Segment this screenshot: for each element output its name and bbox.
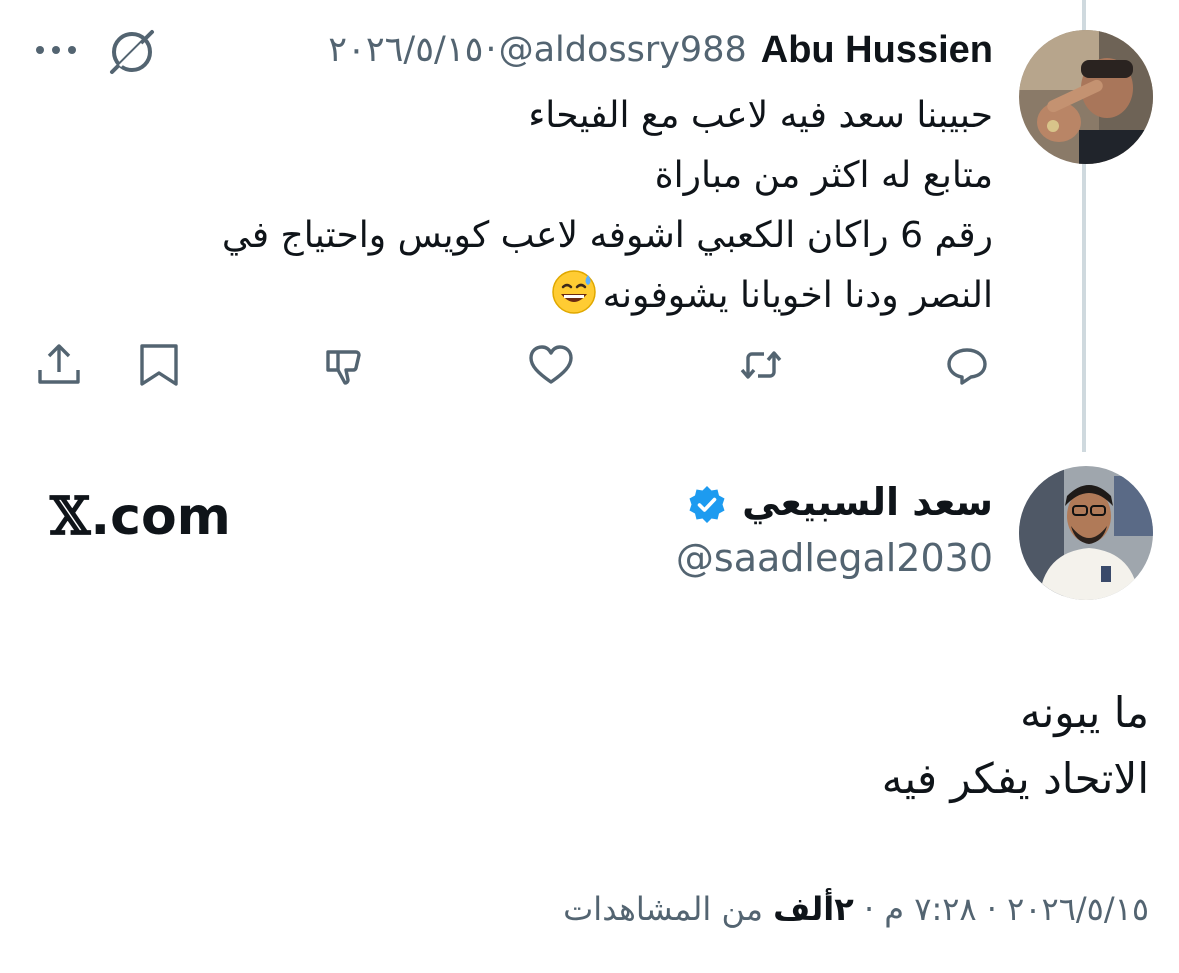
heart-icon[interactable] <box>526 340 576 390</box>
bookmark-icon[interactable] <box>134 340 184 390</box>
verified-badge-icon <box>686 484 728 526</box>
meta-separator: · <box>863 890 875 928</box>
share-icon[interactable] <box>34 340 84 390</box>
reply-line-4: النصر ودنا اخويانا يشوفونه <box>113 266 993 326</box>
x-com-text: .com <box>90 487 231 547</box>
main-line-2: الاتحاد يفكر فيه <box>881 754 1149 803</box>
reply-body: حبيبنا سعد فيه لاعب مع الفيحاء متابع له … <box>113 86 993 326</box>
reply-date[interactable]: ٢٠٢٦/٥/١٥ <box>328 30 483 70</box>
x-com-logo: 𝕏.com <box>50 486 231 547</box>
reply-handle[interactable]: @aldossry988 <box>499 30 747 70</box>
reply-line-2: متابع له اكثر من مباراة <box>654 155 993 196</box>
x-logo-icon: 𝕏 <box>50 486 91 547</box>
thumbs-down-icon[interactable] <box>320 340 370 390</box>
views-label: من المشاهدات <box>563 890 763 928</box>
grok-icon[interactable] <box>106 26 158 78</box>
main-tweet-body: ما يبونه الاتحاد يفكر فيه <box>249 680 1149 812</box>
tweet-time[interactable]: ٧:٢٨ م <box>884 890 976 928</box>
main-author-avatar[interactable] <box>1019 466 1153 600</box>
tweet-date[interactable]: ٢٠٢٦/٥/١٥ <box>1007 890 1149 928</box>
reply-line-3: رقم 6 راكان الكعبي اشوفه لاعب كويس واحتي… <box>221 215 993 256</box>
more-dots-icon[interactable] <box>34 40 78 60</box>
retweet-icon[interactable] <box>736 340 786 390</box>
reply-line-1: حبيبنا سعد فيه لاعب مع الفيحاء <box>528 95 993 136</box>
sweat-smile-emoji <box>551 269 597 315</box>
main-handle[interactable]: @saadlegal2030 <box>676 536 993 580</box>
reply-icon[interactable] <box>942 340 992 390</box>
meta-separator: · <box>986 890 997 928</box>
views-count[interactable]: ٢ألف <box>773 890 854 928</box>
reply-header: Abu Hussien @aldossry988 · ٢٠٢٦/٥/١٥ <box>328 24 993 76</box>
reply-author-avatar[interactable] <box>1019 30 1153 164</box>
reply-display-name[interactable]: Abu Hussien <box>761 29 993 72</box>
main-display-name[interactable]: سعد السبيعي <box>742 480 993 524</box>
reply-dot-separator: · <box>485 30 497 70</box>
reply-line-4-text: النصر ودنا اخويانا يشوفونه <box>602 275 993 316</box>
main-line-1: ما يبونه <box>1020 688 1149 737</box>
tweet-meta: ٢٠٢٦/٥/١٥ · ٧:٢٨ م · ٢ألف من المشاهدات <box>563 890 1149 928</box>
